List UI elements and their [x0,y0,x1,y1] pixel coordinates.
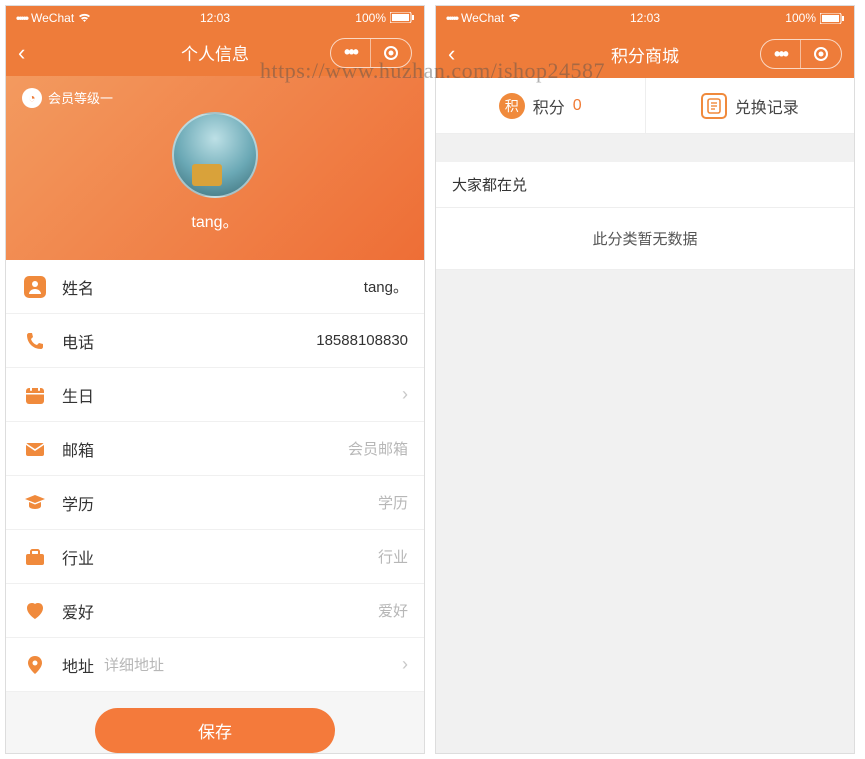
username: tang。 [191,208,238,232]
back-icon[interactable]: ‹ [448,41,455,67]
value: 18588108830 [94,332,408,349]
tab-points[interactable]: 积 积分 0 [436,78,645,133]
gap [436,134,854,162]
row-industry[interactable]: 行业 行业 [6,530,424,584]
mini-capsule: ••• [760,39,842,69]
row-birthday[interactable]: 生日 › [6,368,424,422]
mini-capsule: ••• [330,38,412,68]
tab-label: 兑换记录 [735,94,799,118]
tab-history[interactable]: 兑换记录 [645,78,855,133]
label: 爱好 [62,599,94,623]
clipboard-icon [701,93,727,119]
member-label: 会员等级一 [48,88,113,107]
back-icon[interactable]: ‹ [18,40,25,66]
capsule-close-icon[interactable] [801,40,841,68]
graduation-icon [22,490,48,516]
nav-bar: ‹ 个人信息 ••• [6,29,424,76]
save-button[interactable]: 保存 [95,708,335,753]
wifi-icon [508,13,521,23]
row-phone[interactable]: 电话 18588108830 [6,314,424,368]
placeholder: 会员邮箱 [94,438,408,459]
chevron-right-icon: › [402,654,408,675]
member-badge[interactable]: ◔ 会员等级一 [22,88,113,108]
signal-icon: ••••• [16,11,27,25]
profile-hero: ◔ 会员等级一 tang。 [6,76,424,261]
battery-label: 100% [785,11,816,25]
battery-label: 100% [355,11,386,25]
clock: 12:03 [200,11,230,25]
medal-icon: ◔ [22,88,42,108]
row-address[interactable]: 地址 详细地址 › [6,638,424,692]
clock: 12:03 [630,11,660,25]
empty-state: 此分类暂无数据 [436,208,854,270]
carrier-label: WeChat [461,11,504,25]
status-bar: ••••• WeChat 12:03 100% [6,6,424,29]
label: 行业 [62,545,94,569]
row-email[interactable]: 邮箱 会员邮箱 [6,422,424,476]
profile-form: 姓名 tang。 电话 18588108830 生日 › 邮箱 会员邮箱 学历 … [6,260,424,692]
label: 电话 [62,329,94,353]
placeholder: 行业 [94,546,408,567]
page-title: 个人信息 [181,40,249,65]
placeholder: 爱好 [94,600,408,621]
location-icon [22,652,48,678]
label: 姓名 [62,275,94,299]
person-icon [22,274,48,300]
chevron-right-icon: › [402,384,408,405]
capsule-menu-icon[interactable]: ••• [331,39,371,67]
battery-icon [390,12,414,23]
row-hobby[interactable]: 爱好 爱好 [6,584,424,638]
tab-label: 积分 [533,94,565,118]
points-value: 0 [573,97,582,115]
label: 地址 [62,653,94,677]
nav-bar: ‹ 积分商城 ••• [436,30,854,78]
content-area [436,270,854,753]
capsule-close-icon[interactable] [371,39,411,67]
calendar-icon [22,382,48,408]
avatar[interactable] [172,112,258,198]
label: 生日 [62,383,94,407]
placeholder: 学历 [94,492,408,513]
label: 学历 [62,491,94,515]
mail-icon [22,436,48,462]
phone-points-mall: ••••• WeChat 12:03 100% ‹ 积分商城 ••• 积 积分 0 [435,5,855,754]
tabs: 积 积分 0 兑换记录 [436,78,854,134]
page-title: 积分商城 [611,42,679,67]
section-title: 大家都在兑 [436,162,854,208]
status-bar: ••••• WeChat 12:03 100% [436,6,854,30]
row-education[interactable]: 学历 学历 [6,476,424,530]
placeholder: 详细地址 [104,654,394,675]
signal-icon: ••••• [446,11,457,25]
phone-profile: ••••• WeChat 12:03 100% ‹ 个人信息 ••• ◔ 会员等… [5,5,425,754]
capsule-menu-icon[interactable]: ••• [761,40,801,68]
wifi-icon [78,13,91,23]
carrier-label: WeChat [31,11,74,25]
heart-icon [22,598,48,624]
briefcase-icon [22,544,48,570]
battery-icon [820,13,844,24]
phone-icon [22,328,48,354]
row-name[interactable]: 姓名 tang。 [6,260,424,314]
points-icon: 积 [499,93,525,119]
label: 邮箱 [62,437,94,461]
value: tang。 [94,276,408,297]
